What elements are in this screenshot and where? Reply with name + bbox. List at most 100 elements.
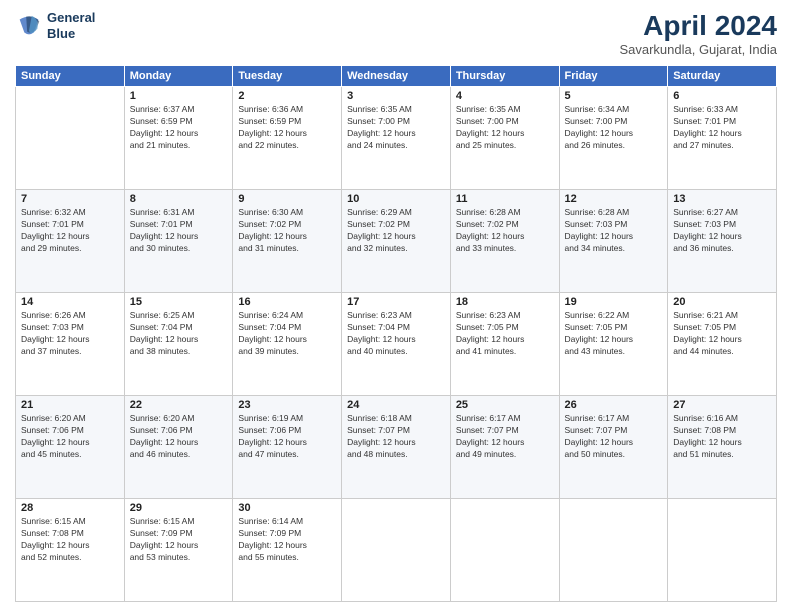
day-number: 3 (347, 90, 445, 102)
calendar-cell: 12 Sunrise: 6:28 AM Sunset: 7:03 PM Dayli… (559, 190, 668, 293)
calendar-cell: 17 Sunrise: 6:23 AM Sunset: 7:04 PM Dayli… (342, 293, 451, 396)
calendar-cell: 30 Sunrise: 6:14 AM Sunset: 7:09 PM Dayli… (233, 499, 342, 602)
day-info: Sunrise: 6:14 AM Sunset: 7:09 PM Dayligh… (238, 516, 336, 564)
calendar-cell: 11 Sunrise: 6:28 AM Sunset: 7:02 PM Dayli… (450, 190, 559, 293)
day-number: 13 (673, 193, 771, 205)
calendar-cell (342, 499, 451, 602)
calendar-cell: 19 Sunrise: 6:22 AM Sunset: 7:05 PM Dayli… (559, 293, 668, 396)
day-number: 11 (456, 193, 554, 205)
day-number: 23 (238, 399, 336, 411)
header-cell-thursday: Thursday (450, 66, 559, 87)
day-number: 6 (673, 90, 771, 102)
day-number: 17 (347, 296, 445, 308)
day-info: Sunrise: 6:37 AM Sunset: 6:59 PM Dayligh… (130, 104, 228, 152)
week-row-5: 28Sunrise: 6:15 AM Sunset: 7:08 PM Dayli… (16, 499, 777, 602)
page: General Blue April 2024 Savarkundla, Guj… (0, 0, 792, 612)
calendar-cell: 7 Sunrise: 6:32 AM Sunset: 7:01 PM Daylig… (16, 190, 125, 293)
day-info: Sunrise: 6:30 AM Sunset: 7:02 PM Dayligh… (238, 207, 336, 255)
calendar-cell: 18Sunrise: 6:23 AM Sunset: 7:05 PM Dayli… (450, 293, 559, 396)
header-cell-monday: Monday (124, 66, 233, 87)
day-info: Sunrise: 6:21 AM Sunset: 7:05 PM Dayligh… (673, 310, 771, 358)
calendar-cell: 5Sunrise: 6:34 AM Sunset: 7:00 PM Daylig… (559, 87, 668, 190)
day-number: 14 (21, 296, 119, 308)
day-number: 16 (238, 296, 336, 308)
day-info: Sunrise: 6:31 AM Sunset: 7:01 PM Dayligh… (130, 207, 228, 255)
day-number: 8 (130, 193, 228, 205)
header-cell-friday: Friday (559, 66, 668, 87)
day-number: 2 (238, 90, 336, 102)
day-info: Sunrise: 6:32 AM Sunset: 7:01 PM Dayligh… (21, 207, 119, 255)
day-info: Sunrise: 6:23 AM Sunset: 7:04 PM Dayligh… (347, 310, 445, 358)
week-row-3: 14 Sunrise: 6:26 AM Sunset: 7:03 PM Dayli… (16, 293, 777, 396)
calendar-cell: 23Sunrise: 6:19 AM Sunset: 7:06 PM Dayli… (233, 396, 342, 499)
day-number: 21 (21, 399, 119, 411)
day-number: 30 (238, 502, 336, 514)
day-info: Sunrise: 6:26 AM Sunset: 7:03 PM Dayligh… (21, 310, 119, 358)
calendar-cell: 22 Sunrise: 6:20 AM Sunset: 7:06 PM Dayli… (124, 396, 233, 499)
day-info: Sunrise: 6:35 AM Sunset: 7:00 PM Dayligh… (456, 104, 554, 152)
calendar-cell: 15 Sunrise: 6:25 AM Sunset: 7:04 PM Dayli… (124, 293, 233, 396)
day-number: 15 (130, 296, 228, 308)
day-info: Sunrise: 6:20 AM Sunset: 7:06 PM Dayligh… (130, 413, 228, 461)
day-number: 19 (565, 296, 663, 308)
day-info: Sunrise: 6:17 AM Sunset: 7:07 PM Dayligh… (565, 413, 663, 461)
day-info: Sunrise: 6:28 AM Sunset: 7:02 PM Dayligh… (456, 207, 554, 255)
calendar-cell: 6 Sunrise: 6:33 AM Sunset: 7:01 PM Daylig… (668, 87, 777, 190)
calendar-cell: 21 Sunrise: 6:20 AM Sunset: 7:06 PM Dayli… (16, 396, 125, 499)
location-subtitle: Savarkundla, Gujarat, India (619, 42, 777, 57)
day-number: 22 (130, 399, 228, 411)
day-info: Sunrise: 6:28 AM Sunset: 7:03 PM Dayligh… (565, 207, 663, 255)
day-info: Sunrise: 6:20 AM Sunset: 7:06 PM Dayligh… (21, 413, 119, 461)
logo-icon (15, 12, 43, 40)
calendar-cell: 9 Sunrise: 6:30 AM Sunset: 7:02 PM Daylig… (233, 190, 342, 293)
title-block: April 2024 Savarkundla, Gujarat, India (619, 10, 777, 57)
day-info: Sunrise: 6:36 AM Sunset: 6:59 PM Dayligh… (238, 104, 336, 152)
calendar-cell: 20 Sunrise: 6:21 AM Sunset: 7:05 PM Dayli… (668, 293, 777, 396)
calendar-cell: 13 Sunrise: 6:27 AM Sunset: 7:03 PM Dayli… (668, 190, 777, 293)
day-info: Sunrise: 6:23 AM Sunset: 7:05 PM Dayligh… (456, 310, 554, 358)
day-number: 5 (565, 90, 663, 102)
calendar-cell: 25 Sunrise: 6:17 AM Sunset: 7:07 PM Dayli… (450, 396, 559, 499)
logo-text: General Blue (47, 10, 95, 41)
header-cell-tuesday: Tuesday (233, 66, 342, 87)
day-number: 1 (130, 90, 228, 102)
calendar-cell: 27Sunrise: 6:16 AM Sunset: 7:08 PM Dayli… (668, 396, 777, 499)
header: General Blue April 2024 Savarkundla, Guj… (15, 10, 777, 57)
day-number: 28 (21, 502, 119, 514)
calendar-cell (668, 499, 777, 602)
header-cell-sunday: Sunday (16, 66, 125, 87)
week-row-1: 1 Sunrise: 6:37 AM Sunset: 6:59 PM Daylig… (16, 87, 777, 190)
day-number: 27 (673, 399, 771, 411)
logo: General Blue (15, 10, 95, 41)
day-info: Sunrise: 6:18 AM Sunset: 7:07 PM Dayligh… (347, 413, 445, 461)
day-number: 12 (565, 193, 663, 205)
day-number: 20 (673, 296, 771, 308)
day-info: Sunrise: 6:24 AM Sunset: 7:04 PM Dayligh… (238, 310, 336, 358)
day-number: 9 (238, 193, 336, 205)
calendar-cell: 2 Sunrise: 6:36 AM Sunset: 6:59 PM Daylig… (233, 87, 342, 190)
header-row: SundayMondayTuesdayWednesdayThursdayFrid… (16, 66, 777, 87)
day-info: Sunrise: 6:22 AM Sunset: 7:05 PM Dayligh… (565, 310, 663, 358)
calendar-cell: 16 Sunrise: 6:24 AM Sunset: 7:04 PM Dayli… (233, 293, 342, 396)
week-row-4: 21 Sunrise: 6:20 AM Sunset: 7:06 PM Dayli… (16, 396, 777, 499)
header-cell-saturday: Saturday (668, 66, 777, 87)
calendar-cell: 28Sunrise: 6:15 AM Sunset: 7:08 PM Dayli… (16, 499, 125, 602)
day-info: Sunrise: 6:25 AM Sunset: 7:04 PM Dayligh… (130, 310, 228, 358)
day-info: Sunrise: 6:17 AM Sunset: 7:07 PM Dayligh… (456, 413, 554, 461)
day-number: 7 (21, 193, 119, 205)
day-number: 25 (456, 399, 554, 411)
month-title: April 2024 (619, 10, 777, 42)
calendar-cell: 14 Sunrise: 6:26 AM Sunset: 7:03 PM Dayli… (16, 293, 125, 396)
calendar-cell: 26 Sunrise: 6:17 AM Sunset: 7:07 PM Dayli… (559, 396, 668, 499)
day-info: Sunrise: 6:29 AM Sunset: 7:02 PM Dayligh… (347, 207, 445, 255)
day-info: Sunrise: 6:35 AM Sunset: 7:00 PM Dayligh… (347, 104, 445, 152)
day-info: Sunrise: 6:33 AM Sunset: 7:01 PM Dayligh… (673, 104, 771, 152)
calendar-cell (16, 87, 125, 190)
calendar-cell: 3 Sunrise: 6:35 AM Sunset: 7:00 PM Daylig… (342, 87, 451, 190)
day-number: 26 (565, 399, 663, 411)
calendar-cell: 29Sunrise: 6:15 AM Sunset: 7:09 PM Dayli… (124, 499, 233, 602)
calendar-cell: 4Sunrise: 6:35 AM Sunset: 7:00 PM Daylig… (450, 87, 559, 190)
day-number: 10 (347, 193, 445, 205)
day-info: Sunrise: 6:15 AM Sunset: 7:09 PM Dayligh… (130, 516, 228, 564)
day-info: Sunrise: 6:27 AM Sunset: 7:03 PM Dayligh… (673, 207, 771, 255)
